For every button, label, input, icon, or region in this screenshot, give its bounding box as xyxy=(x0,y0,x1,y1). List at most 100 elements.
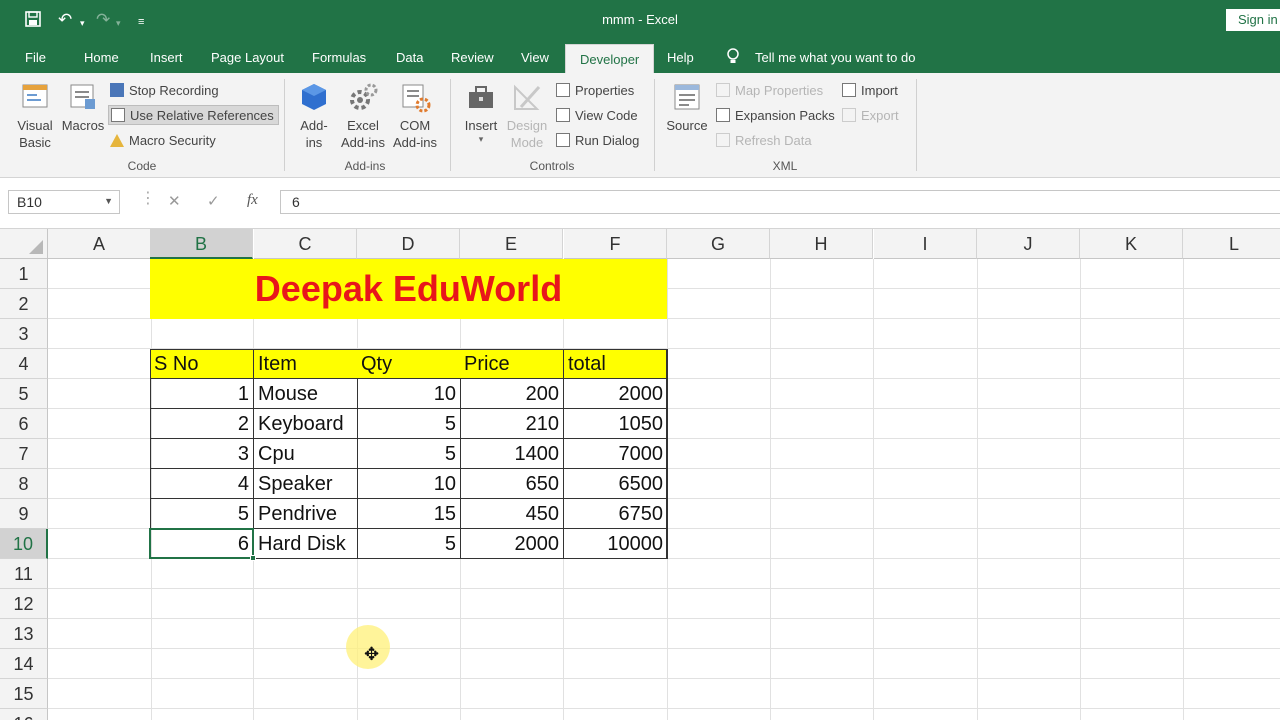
table-header-qty[interactable]: Qty xyxy=(357,349,461,379)
table-header-total[interactable]: total xyxy=(564,349,668,379)
add-ins-button[interactable]: Add-ins xyxy=(292,81,336,151)
row-header-4[interactable]: 4 xyxy=(0,349,48,379)
export-button[interactable]: Export xyxy=(842,106,899,126)
com-add-ins-button[interactable]: COM Add-ins xyxy=(390,81,440,151)
cancel-icon[interactable]: ✕ xyxy=(168,192,181,210)
column-header-b[interactable]: B xyxy=(150,229,253,259)
table-cell-total[interactable]: 1050 xyxy=(564,409,668,439)
tell-me-search[interactable]: Tell me what you want to do xyxy=(755,42,915,73)
name-box[interactable]: B10 ▼ xyxy=(8,190,120,214)
row-header-14[interactable]: 14 xyxy=(0,649,48,679)
row-header-13[interactable]: 13 xyxy=(0,619,48,649)
table-cell-qty[interactable]: 5 xyxy=(357,409,461,439)
table-cell-price[interactable]: 650 xyxy=(460,469,564,499)
row-header-2[interactable]: 2 xyxy=(0,289,48,319)
table-cell-s-no[interactable]: 1 xyxy=(150,379,254,409)
table-cell-qty[interactable]: 5 xyxy=(357,439,461,469)
table-cell-total[interactable]: 6500 xyxy=(564,469,668,499)
tab-page-layout[interactable]: Page Layout xyxy=(211,42,284,73)
table-cell-qty[interactable]: 10 xyxy=(357,379,461,409)
table-cell-total[interactable]: 2000 xyxy=(564,379,668,409)
row-header-10[interactable]: 10 xyxy=(0,529,48,559)
table-cell-price[interactable]: 2000 xyxy=(460,529,564,559)
column-header-e[interactable]: E xyxy=(460,229,563,259)
row-header-3[interactable]: 3 xyxy=(0,319,48,349)
table-cell-item[interactable]: Speaker xyxy=(254,469,358,499)
table-cell-item[interactable]: Cpu xyxy=(254,439,358,469)
table-cell-s-no[interactable]: 6 xyxy=(150,529,254,559)
design-mode-button[interactable]: Design Mode xyxy=(504,81,550,151)
row-header-1[interactable]: 1 xyxy=(0,259,48,289)
column-header-j[interactable]: J xyxy=(977,229,1080,259)
run-dialog-button[interactable]: Run Dialog xyxy=(556,131,639,151)
row-header-15[interactable]: 15 xyxy=(0,679,48,709)
formula-input[interactable]: 6 xyxy=(280,190,1280,214)
column-header-d[interactable]: D xyxy=(357,229,460,259)
macro-security-button[interactable]: Macro Security xyxy=(110,131,216,151)
insert-control-button[interactable]: Insert ▾ xyxy=(460,81,502,144)
table-cell-item[interactable]: Pendrive xyxy=(254,499,358,529)
banner-title-cell[interactable]: Deepak EduWorld xyxy=(150,259,667,319)
tab-help[interactable]: Help xyxy=(667,42,694,73)
table-cell-price[interactable]: 200 xyxy=(460,379,564,409)
column-header-k[interactable]: K xyxy=(1080,229,1183,259)
table-header-price[interactable]: Price xyxy=(460,349,564,379)
column-header-a[interactable]: A xyxy=(48,229,151,259)
table-cell-item[interactable]: Mouse xyxy=(254,379,358,409)
row-header-8[interactable]: 8 xyxy=(0,469,48,499)
table-cell-item[interactable]: Keyboard xyxy=(254,409,358,439)
column-header-c[interactable]: C xyxy=(254,229,357,259)
expansion-packs-button[interactable]: Expansion Packs xyxy=(716,106,835,126)
table-cell-s-no[interactable]: 4 xyxy=(150,469,254,499)
table-cell-total[interactable]: 7000 xyxy=(564,439,668,469)
stop-recording-button[interactable]: Stop Recording xyxy=(110,81,219,101)
row-header-6[interactable]: 6 xyxy=(0,409,48,439)
table-cell-s-no[interactable]: 3 xyxy=(150,439,254,469)
tab-data[interactable]: Data xyxy=(396,42,423,73)
table-cell-total[interactable]: 10000 xyxy=(564,529,668,559)
visual-basic-button[interactable]: Visual Basic xyxy=(12,81,58,151)
column-header-h[interactable]: H xyxy=(770,229,873,259)
table-cell-price[interactable]: 1400 xyxy=(460,439,564,469)
column-header-i[interactable]: I xyxy=(874,229,977,259)
table-cell-price[interactable]: 210 xyxy=(460,409,564,439)
tab-review[interactable]: Review xyxy=(451,42,494,73)
worksheet-grid[interactable]: Deepak EduWorld S No Item Qty Price total 1 Mo… xyxy=(0,229,1280,720)
table-cell-s-no[interactable]: 2 xyxy=(150,409,254,439)
row-header-7[interactable]: 7 xyxy=(0,439,48,469)
table-cell-qty[interactable]: 10 xyxy=(357,469,461,499)
view-code-button[interactable]: View Code xyxy=(556,106,638,126)
properties-button[interactable]: Properties xyxy=(556,81,634,101)
enter-icon[interactable]: ✓ xyxy=(207,192,220,210)
use-relative-references-button[interactable]: Use Relative References xyxy=(108,105,279,125)
sign-in-button[interactable]: Sign in xyxy=(1226,9,1280,31)
column-header-l[interactable]: L xyxy=(1183,229,1280,259)
tab-home[interactable]: Home xyxy=(84,42,119,73)
table-header-s-no[interactable]: S No xyxy=(150,349,254,379)
map-properties-button[interactable]: Map Properties xyxy=(716,81,823,101)
table-cell-item[interactable]: Hard Disk xyxy=(254,529,358,559)
insert-function-icon[interactable]: fx xyxy=(247,192,258,209)
chevron-down-icon[interactable]: ▼ xyxy=(104,196,113,206)
tab-formulas[interactable]: Formulas xyxy=(312,42,366,73)
column-header-g[interactable]: G xyxy=(667,229,770,259)
row-header-16[interactable]: 16 xyxy=(0,709,48,720)
table-cell-qty[interactable]: 5 xyxy=(357,529,461,559)
macros-button[interactable]: Macros xyxy=(60,81,106,134)
fill-handle[interactable] xyxy=(250,555,256,561)
row-header-5[interactable]: 5 xyxy=(0,379,48,409)
table-cell-qty[interactable]: 15 xyxy=(357,499,461,529)
xml-source-button[interactable]: Source xyxy=(664,81,710,134)
table-cell-s-no[interactable]: 5 xyxy=(150,499,254,529)
tab-view[interactable]: View xyxy=(521,42,549,73)
tab-insert[interactable]: Insert xyxy=(150,42,183,73)
tab-developer[interactable]: Developer xyxy=(565,44,655,75)
tab-file[interactable]: File xyxy=(25,42,46,73)
table-cell-price[interactable]: 450 xyxy=(460,499,564,529)
row-header-12[interactable]: 12 xyxy=(0,589,48,619)
import-button[interactable]: Import xyxy=(842,81,898,101)
refresh-data-button[interactable]: Refresh Data xyxy=(716,131,812,151)
row-header-9[interactable]: 9 xyxy=(0,499,48,529)
row-header-11[interactable]: 11 xyxy=(0,559,48,589)
table-header-item[interactable]: Item xyxy=(254,349,358,379)
